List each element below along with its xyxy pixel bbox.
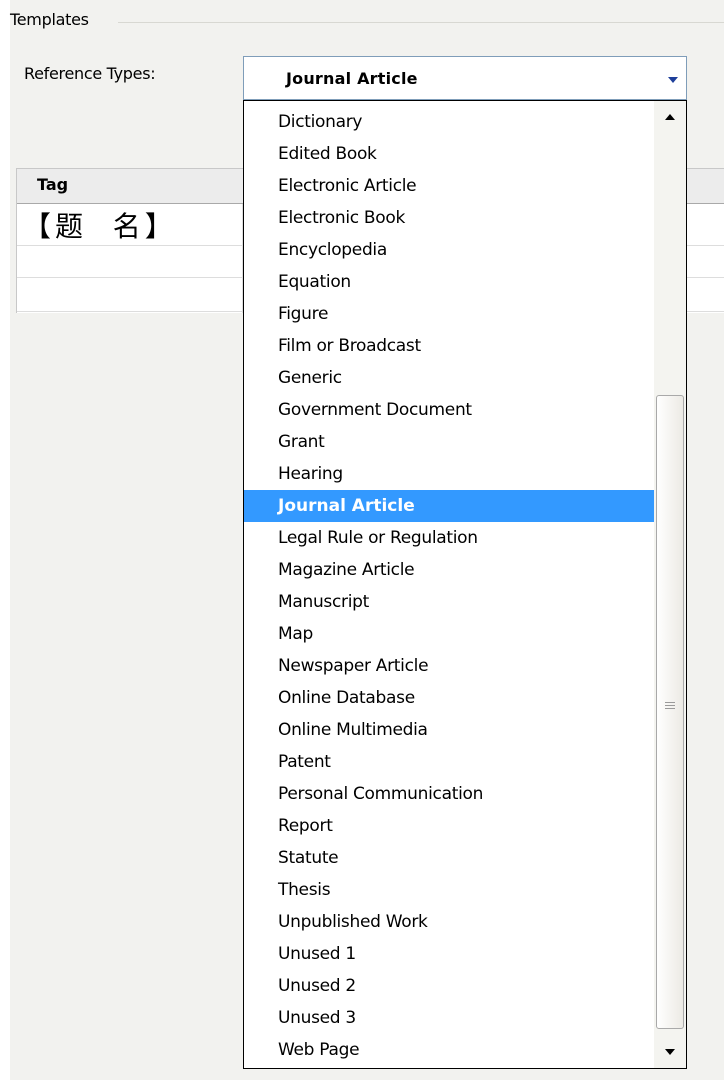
dropdown-option[interactable]: Hearing: [244, 458, 654, 490]
left-margin-strip: [0, 0, 10, 1080]
grip-icon: [665, 705, 675, 706]
scroll-up-arrow-icon: [665, 114, 675, 120]
scroll-up-button[interactable]: [654, 101, 686, 133]
dropdown-option[interactable]: Report: [244, 810, 654, 842]
dropdown-option[interactable]: Electronic Article: [244, 170, 654, 202]
grip-icon: [665, 702, 675, 703]
scroll-down-button[interactable]: [654, 1036, 686, 1068]
reference-type-value: Journal Article: [286, 69, 418, 88]
dropdown-option[interactable]: Equation: [244, 266, 654, 298]
tag-cell[interactable]: 【题 名】: [23, 205, 177, 245]
dropdown-items: Dictionary Edited Book Electronic Article E…: [244, 106, 654, 1066]
dropdown-option[interactable]: Legal Rule or Regulation: [244, 522, 654, 554]
dropdown-option[interactable]: Manuscript: [244, 586, 654, 618]
reference-type-dropdown-list[interactable]: Dictionary Edited Book Electronic Article E…: [243, 100, 687, 1069]
dropdown-option[interactable]: Map: [244, 618, 654, 650]
dropdown-option[interactable]: Newspaper Article: [244, 650, 654, 682]
dropdown-option[interactable]: Thesis: [244, 874, 654, 906]
dropdown-option[interactable]: Electronic Book: [244, 202, 654, 234]
grip-icon: [665, 708, 675, 709]
templates-group-label: Templates: [10, 10, 89, 29]
tag-column-header[interactable]: Tag: [37, 175, 68, 194]
dropdown-option[interactable]: Statute: [244, 842, 654, 874]
chevron-down-icon[interactable]: [668, 77, 678, 83]
dropdown-option[interactable]: Unused 2: [244, 970, 654, 1002]
dropdown-option[interactable]: Unused 1: [244, 938, 654, 970]
dropdown-option[interactable]: Web Page: [244, 1034, 654, 1066]
dropdown-option[interactable]: Personal Communication: [244, 778, 654, 810]
dropdown-option[interactable]: Encyclopedia: [244, 234, 654, 266]
reference-type-combobox[interactable]: Journal Article: [243, 56, 687, 100]
dropdown-option[interactable]: Online Database: [244, 682, 654, 714]
dropdown-option[interactable]: Online Multimedia: [244, 714, 654, 746]
dropdown-option[interactable]: Figure: [244, 298, 654, 330]
dropdown-option[interactable]: Grant: [244, 426, 654, 458]
dropdown-option[interactable]: Generic: [244, 362, 654, 394]
dropdown-option[interactable]: Patent: [244, 746, 654, 778]
templates-group-border: [118, 22, 724, 23]
reference-types-label: Reference Types:: [24, 64, 156, 83]
dropdown-option[interactable]: Unused 3: [244, 1002, 654, 1034]
dropdown-option[interactable]: Journal Article: [244, 490, 654, 522]
dropdown-option[interactable]: Magazine Article: [244, 554, 654, 586]
dropdown-option[interactable]: Edited Book: [244, 138, 654, 170]
scroll-down-arrow-icon: [665, 1049, 675, 1055]
dropdown-option[interactable]: Dictionary: [244, 106, 654, 138]
dropdown-scrollbar[interactable]: [654, 101, 686, 1068]
dropdown-option[interactable]: Unpublished Work: [244, 906, 654, 938]
scrollbar-thumb[interactable]: [656, 395, 684, 1029]
dropdown-option[interactable]: Film or Broadcast: [244, 330, 654, 362]
dropdown-option[interactable]: Government Document: [244, 394, 654, 426]
